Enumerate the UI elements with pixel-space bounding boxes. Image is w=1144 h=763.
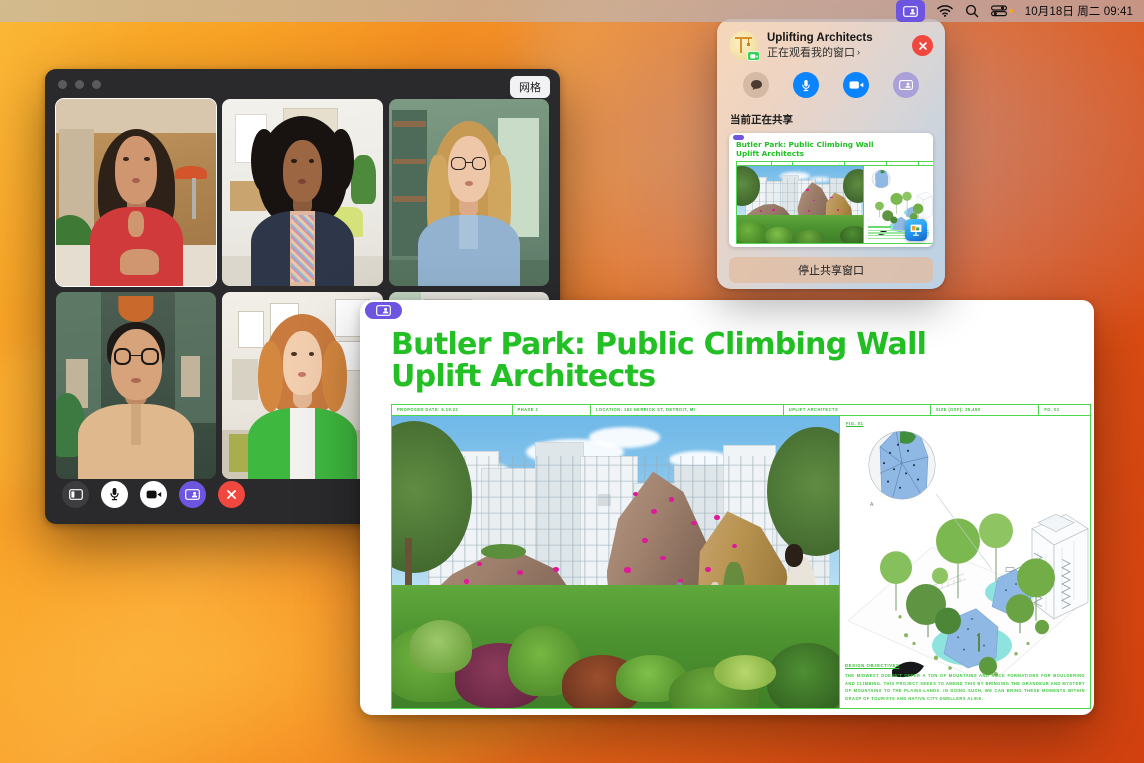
document-share-badge xyxy=(365,302,402,319)
thumbnail-rendering xyxy=(737,165,863,243)
menubar-clock[interactable]: 10月18日 周二 09:41 xyxy=(1025,0,1133,22)
meta-size: SIZE (GSF): 35,450 xyxy=(931,404,1040,415)
document-body: FIG. 01 A DESIGN OBJECTIVES THE MIDWEST … xyxy=(391,415,1091,709)
screen-share-icon xyxy=(376,305,391,316)
screen-share-icon xyxy=(899,80,913,91)
microphone-button[interactable] xyxy=(793,72,819,99)
grid-view-button[interactable]: 网格 xyxy=(510,76,550,98)
sharing-status[interactable]: 正在观看我的窗口 › xyxy=(767,46,873,60)
maximize-window-button[interactable] xyxy=(92,80,101,89)
camera-icon xyxy=(749,53,758,59)
video-tile-participant-1[interactable] xyxy=(54,98,218,287)
menubar-control-center[interactable] xyxy=(990,0,1013,22)
camera-button[interactable] xyxy=(140,480,167,508)
facetime-controls xyxy=(717,60,945,99)
recording-dot xyxy=(1008,9,1013,13)
menubar-screen-share-indicator[interactable] xyxy=(895,0,925,22)
menubar-wifi[interactable] xyxy=(936,0,953,22)
svg-text:A: A xyxy=(870,502,874,508)
sidebar-toggle-button[interactable] xyxy=(62,480,89,508)
shared-window-thumbnail[interactable]: Butler Park: Public Climbing Wall Uplift… xyxy=(729,133,933,248)
meta-firm: UPLIFT ARCHITECTS xyxy=(784,404,931,415)
chat-bubble-icon xyxy=(750,80,762,91)
design-objectives-title: DESIGN OBJECTIVES xyxy=(845,663,900,669)
facetime-sharing-panel[interactable]: Uplifting Architects 正在观看我的窗口 › 当前正在共享 B… xyxy=(717,19,945,289)
document-title: Butler Park: Public Climbing Wall Uplift… xyxy=(391,327,927,394)
shared-document-window[interactable]: Butler Park: Public Climbing Wall Uplift… xyxy=(360,300,1094,715)
close-icon xyxy=(918,41,927,50)
avatar xyxy=(729,31,760,62)
end-call-button[interactable] xyxy=(218,480,245,508)
video-tile-participant-5[interactable] xyxy=(222,292,383,479)
figure-label: FIG. 01 xyxy=(846,420,864,426)
screen-share-icon xyxy=(733,135,744,141)
close-icon xyxy=(227,489,236,499)
thumbnail-body xyxy=(736,165,933,244)
chat-button[interactable] xyxy=(743,72,769,99)
control-center-icon xyxy=(990,5,1007,17)
close-panel-button[interactable] xyxy=(912,35,933,57)
meta-location: LOCATION: 153 HERRICK ST, DETROIT, MI xyxy=(591,404,784,415)
microphone-icon xyxy=(110,488,119,501)
camera-badge-icon xyxy=(747,51,760,62)
camera-icon xyxy=(146,490,161,498)
stop-sharing-button[interactable]: 停止共享窗口 xyxy=(729,257,933,284)
share-screen-button[interactable] xyxy=(179,480,206,508)
microphone-icon xyxy=(802,79,810,91)
meta-figure-number: FG. 01 xyxy=(1044,407,1060,413)
screen-share-icon xyxy=(902,5,918,17)
traffic-lights[interactable] xyxy=(58,80,101,89)
sidebar-icon xyxy=(68,488,83,500)
design-objectives-block: DESIGN OBJECTIVES THE MIDWEST DOESN'T OF… xyxy=(845,663,1085,702)
search-icon xyxy=(965,4,979,18)
caller-name: Uplifting Architects xyxy=(767,32,873,44)
screen-share-icon xyxy=(185,488,200,500)
video-tile-participant-4[interactable] xyxy=(56,292,217,479)
share-screen-button[interactable] xyxy=(893,72,919,99)
keynote-icon xyxy=(905,219,927,242)
microphone-button[interactable] xyxy=(101,480,128,508)
minimize-window-button[interactable] xyxy=(75,80,84,89)
video-tile-participant-2[interactable] xyxy=(222,99,383,286)
meta-phase: PHASE 2 xyxy=(513,404,591,415)
document-metadata-row: PROPOSED DATE: 6.19.22 PHASE 2 LOCATION:… xyxy=(391,403,1091,416)
project-rendering-image xyxy=(392,415,839,708)
site-axonometric-diagram: FIG. 01 A DESIGN OBJECTIVES THE MIDWEST … xyxy=(839,415,1090,708)
video-tile-participant-3[interactable] xyxy=(388,99,549,286)
thumbnail-title: Butler Park: Public Climbing Wall Uplift… xyxy=(736,140,874,158)
chevron-right-icon: › xyxy=(857,47,860,58)
camera-button[interactable] xyxy=(843,72,869,99)
close-window-button[interactable] xyxy=(58,80,67,89)
wifi-icon xyxy=(936,5,953,17)
menubar-spotlight[interactable] xyxy=(965,0,979,22)
facetime-header: Uplifting Architects 正在观看我的窗口 › xyxy=(717,19,945,62)
window-titlebar: 网格 xyxy=(45,69,560,99)
menu-bar: 10月18日 周二 09:41 xyxy=(0,0,1144,22)
meta-proposed-date: PROPOSED DATE: 6.19.22 xyxy=(392,404,513,415)
design-objectives-text: THE MIDWEST DOESN'T OFFER A TON OF MOUNT… xyxy=(845,673,1085,702)
camera-icon xyxy=(849,81,863,89)
currently-sharing-label: 当前正在共享 xyxy=(730,114,793,127)
sharing-status-text: 正在观看我的窗口 xyxy=(767,46,855,59)
